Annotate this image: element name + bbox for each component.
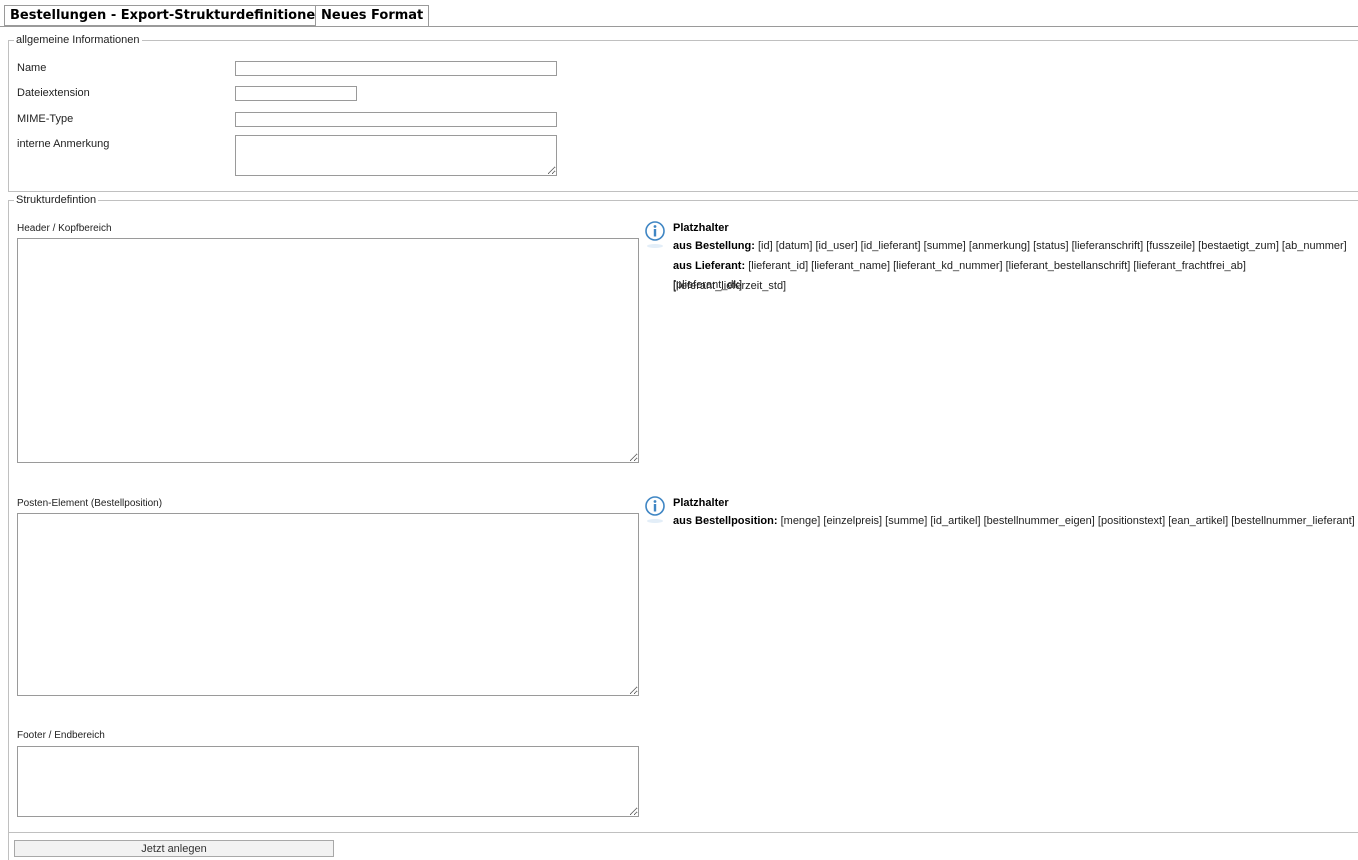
info-icon <box>645 496 665 523</box>
name-label: Name <box>17 62 47 74</box>
create-now-button[interactable]: Jetzt anlegen <box>14 840 334 857</box>
structure-definition-legend: Strukturdefintion <box>16 194 97 206</box>
placeholder-order-prefix: aus Bestellung: <box>673 240 755 252</box>
placeholder-position-prefix: aus Bestellposition: <box>673 515 778 527</box>
internal-note-label: interne Anmerkung <box>17 138 110 150</box>
tab-orders-export-definitions[interactable]: Bestellungen - Export-Strukturdefinition… <box>4 5 331 26</box>
placeholder-order-tokens: [id] [datum] [id_user] [id_lieferant] [s… <box>757 240 1347 252</box>
placeholder-header-title: Platzhalter <box>673 222 729 234</box>
file-extension-input[interactable] <box>235 86 357 101</box>
header-textarea[interactable] <box>17 238 639 463</box>
general-info-fieldset: allgemeine Informationen <box>8 34 1358 192</box>
name-input[interactable] <box>235 61 557 76</box>
form-footer-divider <box>8 832 1358 833</box>
mime-type-input[interactable] <box>235 112 557 127</box>
placeholder-position-line: aus Bestellposition: [menge] [einzelprei… <box>673 512 1358 532</box>
placeholder-item-title: Platzhalter <box>673 497 729 509</box>
tab-bar: Bestellungen - Export-Strukturdefinition… <box>0 0 1358 27</box>
placeholder-supplier-prefix: aus Lieferant: <box>673 260 746 272</box>
placeholder-order-line: aus Bestellung: [id] [datum] [id_user] [… <box>673 237 1358 257</box>
general-info-legend: allgemeine Informationen <box>16 34 140 46</box>
item-element-label: Posten-Element (Bestellposition) <box>17 498 163 509</box>
placeholder-position-tokens: [menge] [einzelpreis] [summe] [id_artike… <box>780 515 1355 527</box>
footer-label: Footer / Endbereich <box>17 730 105 741</box>
tab-divider <box>0 26 1358 27</box>
footer-textarea[interactable] <box>17 746 639 817</box>
placeholder-supplier-line-cont: [plieferant_dk] <box>673 276 1358 296</box>
internal-note-textarea[interactable] <box>235 135 557 176</box>
placeholder-supplier-tokens-cont: [plieferant_dk] <box>673 279 743 291</box>
file-extension-label: Dateiextension <box>17 87 90 99</box>
item-element-textarea[interactable] <box>17 513 639 696</box>
mime-type-label: MIME-Type <box>17 113 74 125</box>
tab-new-format[interactable]: Neues Format <box>315 5 430 27</box>
header-label: Header / Kopfbereich <box>17 223 112 234</box>
info-icon <box>645 221 665 248</box>
